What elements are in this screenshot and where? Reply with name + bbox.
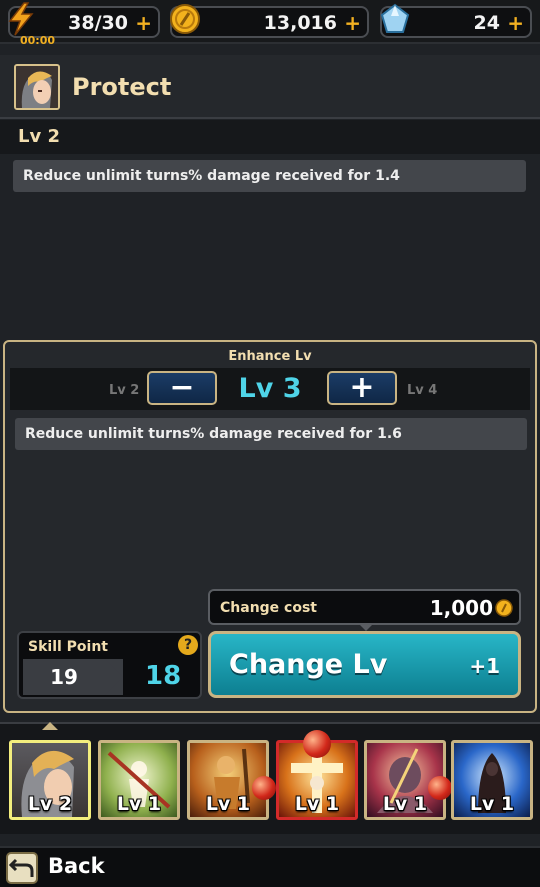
arrow-right-icon	[105, 659, 123, 695]
stamina-value: 38/30	[68, 12, 128, 34]
stamina-counter[interactable]: 00:00 38/30 +	[8, 2, 160, 47]
plus-icon: +	[349, 370, 375, 405]
help-icon[interactable]: ?	[178, 635, 198, 655]
bottom-bar: Back	[0, 846, 540, 887]
crystal-icon	[380, 3, 410, 33]
fire-orb-icon	[303, 730, 331, 758]
back-arrow-icon	[8, 858, 34, 877]
gold-value: 13,016	[263, 12, 337, 34]
gold-coin-icon	[170, 4, 200, 34]
lightning-icon	[8, 2, 34, 36]
change-cost-value: 1,000	[429, 596, 493, 620]
gem-counter[interactable]: 24 +	[380, 3, 532, 38]
skill-point-box: Skill Point ? 19 18	[17, 631, 202, 699]
target-level: Lv 3	[238, 373, 302, 404]
skill-slot-bar: Lv 2 Lv 1 Lv 1 Lv 1 Lv 1 Lv 1	[0, 722, 540, 834]
level-selector: Lv 2 − Lv 3 + Lv 4	[10, 368, 530, 410]
skill-slot-2-level: Lv 1	[116, 793, 162, 815]
fire-orb-icon	[428, 776, 452, 800]
increase-level-button[interactable]: +	[327, 370, 397, 405]
change-level-delta: +1	[469, 654, 500, 678]
character-portrait	[14, 64, 60, 110]
skill-slot-1-level: Lv 2	[27, 793, 73, 815]
skill-slot-6[interactable]: Lv 1	[451, 740, 533, 820]
skill-point-after: 18	[145, 661, 182, 691]
selection-marker-icon	[42, 722, 58, 730]
enhanced-description: Reduce unlimit turns% damage received fo…	[15, 418, 527, 450]
current-level-row: Lv 2	[0, 120, 540, 154]
change-cost-box: Change cost 1,000	[208, 589, 521, 631]
skill-point-label: Skill Point	[28, 639, 109, 655]
enhance-title: Enhance Lv	[228, 349, 312, 364]
gold-counter[interactable]: 13,016 +	[170, 4, 369, 38]
header-divider	[0, 117, 540, 119]
next-level: Lv 4	[407, 383, 438, 398]
cost-pointer	[358, 623, 374, 631]
gold-plus-icon[interactable]: +	[344, 11, 361, 35]
current-level: Lv 2	[18, 126, 60, 147]
skill-slot-6-level: Lv 1	[469, 793, 515, 815]
resource-bar: 00:00 38/30 + 13,016 + 24 +	[0, 0, 540, 47]
back-button[interactable]	[6, 852, 38, 884]
change-cost-label: Change cost	[220, 600, 317, 616]
stamina-plus-icon[interactable]: +	[135, 11, 152, 35]
stamina-timer: 00:00	[20, 34, 56, 47]
skill-slot-4-level: Lv 1	[294, 793, 340, 815]
skill-header: Protect	[0, 55, 540, 117]
gem-value: 24	[473, 12, 500, 34]
current-description: Reduce unlimit turns% damage received fo…	[13, 160, 526, 192]
back-label[interactable]: Back	[48, 854, 105, 878]
character-face-icon	[16, 66, 58, 108]
change-level-label: Change Lv	[229, 649, 388, 680]
skill-slot-2[interactable]: Lv 1	[98, 740, 180, 820]
skill-name: Protect	[72, 73, 172, 101]
gold-coin-icon	[495, 599, 513, 617]
gem-plus-icon[interactable]: +	[507, 11, 524, 35]
fire-orb-icon	[252, 776, 276, 800]
change-level-button[interactable]: Change Lv +1	[208, 631, 521, 698]
skill-point-current: 19	[50, 665, 78, 689]
skill-slot-1[interactable]: Lv 2	[9, 740, 91, 820]
